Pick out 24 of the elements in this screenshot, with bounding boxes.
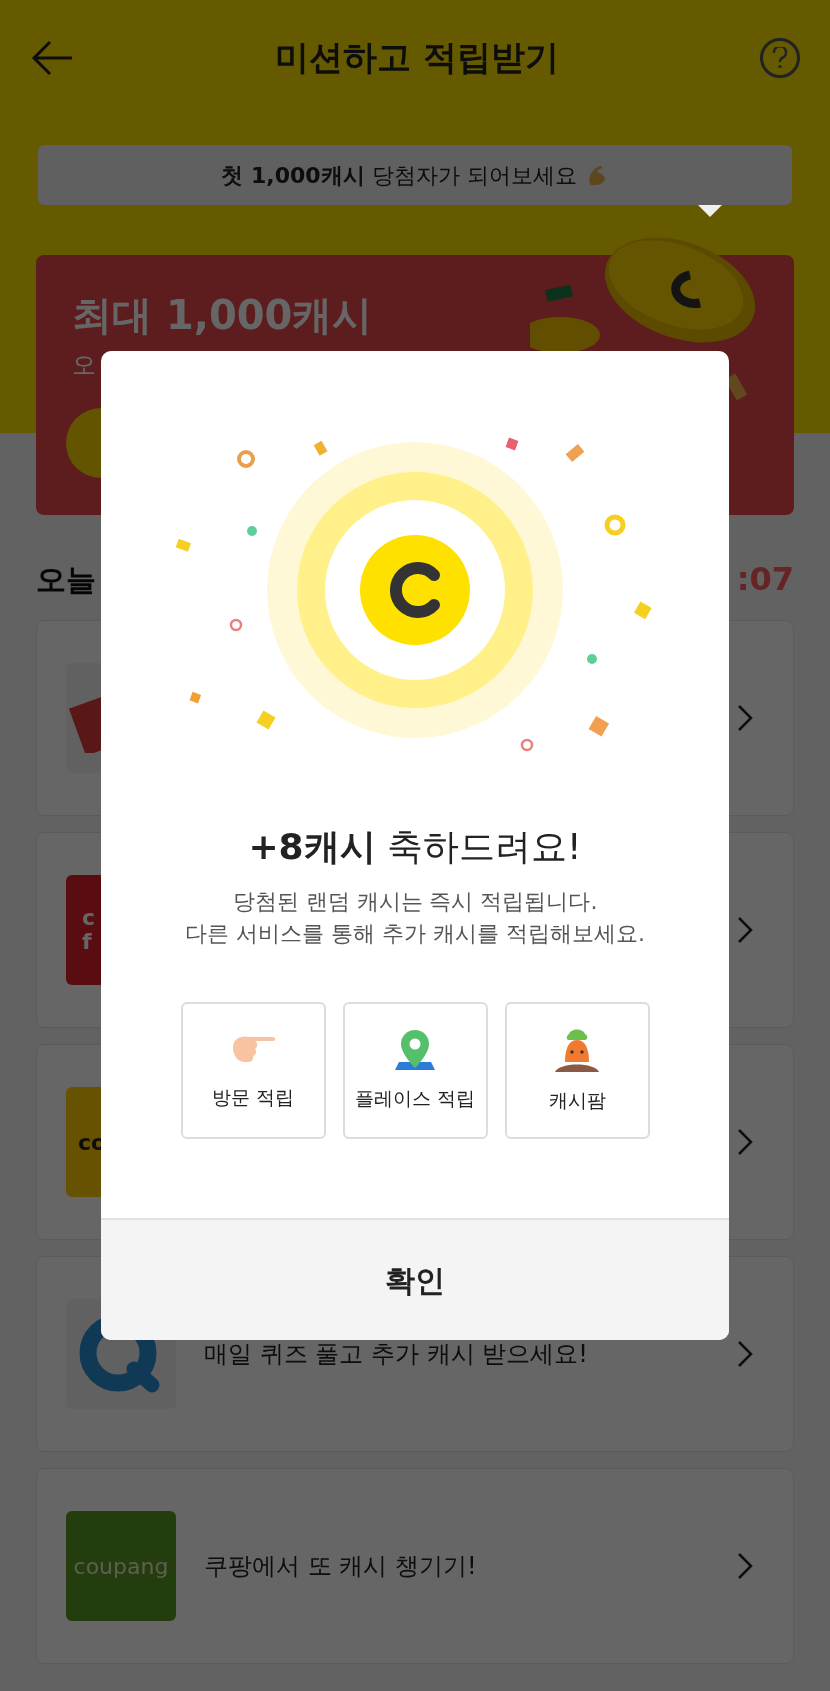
- map-pin-icon: [393, 1028, 437, 1073]
- mission-text: 매일 퀴즈 풀고 추가 캐시 받으세요!: [204, 1339, 589, 1370]
- service-button[interactable]: 플레이스 적립: [342, 1002, 488, 1139]
- dialog-title: +8캐시 축하드려요!: [247, 825, 583, 869]
- page-title: 미션하고 적립받기: [275, 36, 559, 79]
- chevron-right-icon: [737, 1128, 753, 1156]
- service-button[interactable]: 방문 적립: [180, 1002, 326, 1139]
- service-button[interactable]: 캐시팜: [504, 1002, 650, 1139]
- confirm-button[interactable]: 확인: [101, 1218, 729, 1340]
- dialog-message: 다른 서비스를 통해 추가 캐시를 적립해보세요.: [185, 920, 645, 948]
- mission-text: 쿠팡에서 또 캐시 챙기기!: [204, 1551, 478, 1582]
- chevron-right-icon: [737, 916, 753, 944]
- chevron-right-icon: [737, 1340, 753, 1368]
- banner-subtitle: 오: [72, 350, 96, 381]
- section-title: 오늘: [36, 560, 96, 599]
- mission-logo: coupang: [66, 1511, 176, 1621]
- tooltip-text: 첫 1,000캐시 당첨자가 되어보세요: [221, 161, 577, 190]
- help-icon[interactable]: [760, 37, 800, 78]
- chevron-right-icon: [737, 1552, 753, 1580]
- countdown-timer: :07: [736, 559, 794, 600]
- cash-coin-icon: [360, 535, 470, 645]
- banner-title: 최대 1,000캐시: [72, 291, 373, 340]
- dialog-message: 당첨된 랜덤 캐시는 즉시 적립됩니다.: [232, 888, 598, 916]
- chevron-right-icon: [737, 704, 753, 732]
